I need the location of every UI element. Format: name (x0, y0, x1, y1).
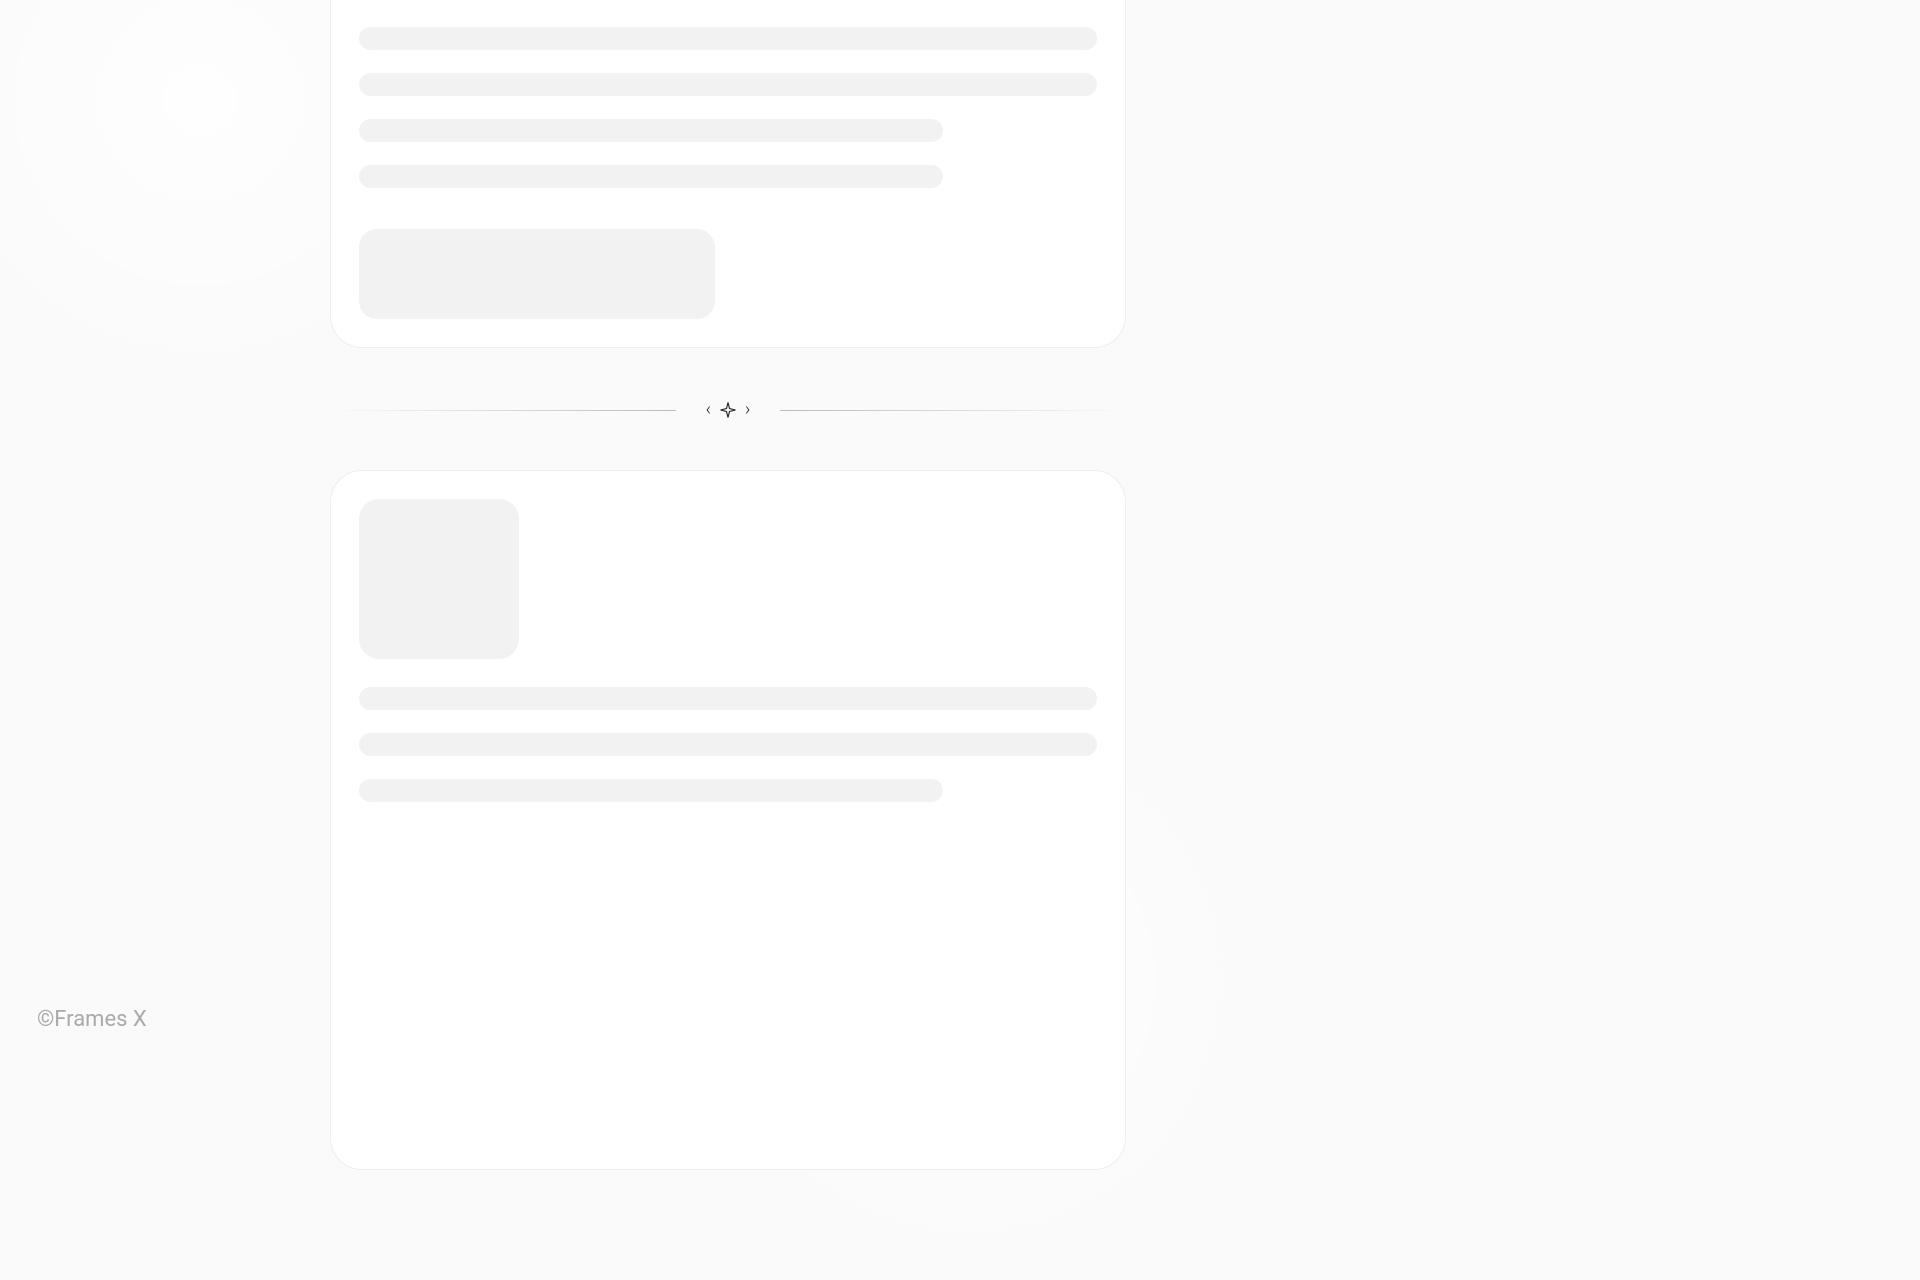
chevron-left-icon: ‹ (706, 401, 711, 419)
skeleton-card-bottom (330, 470, 1126, 1170)
section-divider: ‹ › (330, 400, 1126, 420)
copyright-text: ©Frames X (37, 1007, 147, 1032)
divider-line-right (780, 410, 1126, 411)
skeleton-text-line (359, 687, 1097, 710)
skeleton-card-top (330, 0, 1126, 348)
divider-line-left (330, 410, 676, 411)
skeleton-text-line (359, 165, 943, 188)
skeleton-text-line (359, 779, 943, 802)
skeleton-button-placeholder (359, 229, 715, 319)
skeleton-image-placeholder (359, 499, 519, 659)
chevron-right-icon: › (745, 401, 750, 419)
skeleton-text-line (359, 733, 1097, 756)
skeleton-text-line (359, 119, 943, 142)
page-container: ‹ › ©Frames X (0, 0, 1920, 1080)
skeleton-text-line (359, 27, 1097, 50)
sparkle-icon (719, 401, 737, 419)
divider-ornament: ‹ › (706, 401, 751, 419)
skeleton-text-line (359, 73, 1097, 96)
